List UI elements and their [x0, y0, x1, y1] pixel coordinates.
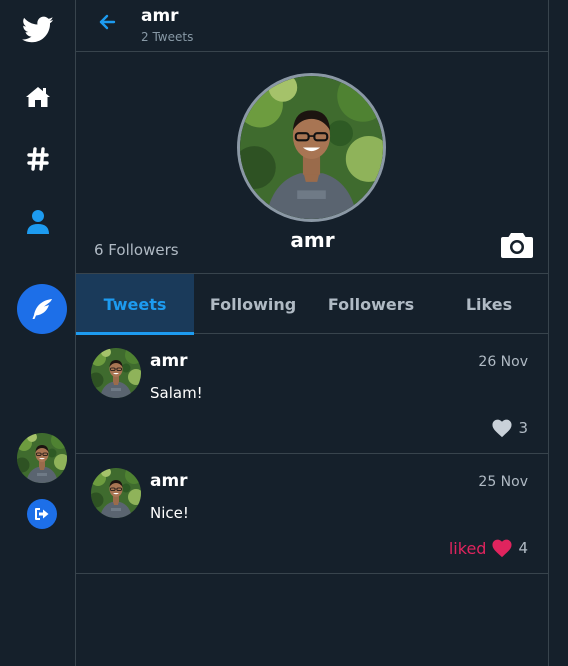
back-arrow-icon[interactable]	[98, 13, 116, 31]
profile-section: 6 Followers amr	[76, 52, 548, 274]
tweet-author[interactable]: amr	[150, 351, 188, 371]
logout-button[interactable]	[27, 499, 57, 529]
main-column: amr 2 Tweets 6 Followers amr Tweets Foll…	[76, 0, 549, 666]
heart-icon[interactable]	[491, 418, 513, 438]
logout-icon	[34, 507, 50, 521]
like-count: 3	[518, 419, 528, 437]
tab-followers[interactable]: Followers	[312, 274, 430, 334]
user-icon[interactable]	[0, 209, 76, 235]
heart-icon[interactable]	[491, 538, 513, 558]
tweet-actions: 3	[491, 418, 528, 438]
tweet-text: Nice!	[150, 504, 189, 522]
tab-following[interactable]: Following	[194, 274, 312, 334]
profile-avatar	[237, 73, 386, 222]
header-name: amr	[141, 6, 179, 26]
feather-icon	[30, 297, 54, 321]
tab-likes[interactable]: Likes	[430, 274, 548, 334]
profile-name: amr	[290, 228, 335, 252]
tweet-date: 26 Nov	[478, 354, 528, 370]
avatar[interactable]	[91, 468, 141, 518]
twitter-bird-icon[interactable]	[0, 16, 76, 44]
hashtag-icon[interactable]	[0, 146, 76, 172]
tweet-text: Salam!	[150, 384, 203, 402]
avatar[interactable]	[17, 433, 67, 483]
home-icon[interactable]	[0, 86, 76, 108]
profile-tabs: Tweets Following Followers Likes	[76, 274, 548, 335]
like-count: 4	[518, 539, 528, 557]
liked-label: liked	[448, 538, 487, 558]
tweet-count: 2 Tweets	[141, 30, 194, 44]
sidebar	[0, 0, 76, 666]
profile-header: amr 2 Tweets	[76, 0, 548, 52]
camera-icon[interactable]	[500, 231, 534, 259]
tweet-item[interactable]: amr 26 Nov Salam! 3	[76, 334, 548, 454]
tab-tweets[interactable]: Tweets	[76, 274, 194, 335]
avatar[interactable]	[91, 348, 141, 398]
compose-tweet-button[interactable]	[17, 284, 67, 334]
tweet-actions: liked 4	[449, 538, 528, 558]
tweet-date: 25 Nov	[478, 474, 528, 490]
tweet-author[interactable]: amr	[150, 471, 188, 491]
tweet-item[interactable]: amr 25 Nov Nice! liked 4	[76, 454, 548, 574]
